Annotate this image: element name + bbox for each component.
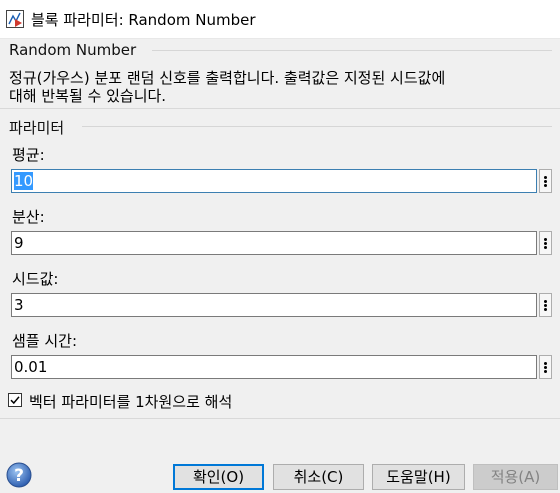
title-bar: 블록 파라미터: Random Number <box>0 0 560 39</box>
vector-1d-label: 벡터 파라미터를 1차원으로 해석 <box>29 393 233 411</box>
block-name-divider <box>152 50 552 51</box>
parameters-divider <box>82 126 552 127</box>
sample-time-options-button[interactable] <box>539 355 552 379</box>
seed-input[interactable]: 3 <box>11 293 537 317</box>
seed-label: 시드값: <box>12 270 59 288</box>
sample-time-value: 0.01 <box>14 358 48 376</box>
cancel-button[interactable]: 취소(C) <box>273 464 364 490</box>
seed-options-button[interactable] <box>539 293 552 317</box>
help-question-icon[interactable]: ? <box>6 462 32 488</box>
variance-label: 분산: <box>12 208 45 226</box>
checkmark-icon <box>10 396 20 405</box>
variance-value: 9 <box>14 234 24 252</box>
description-separator <box>0 108 560 109</box>
mean-value: 10 <box>14 172 34 190</box>
window-title: 블록 파라미터: Random Number <box>31 11 256 29</box>
sample-time-input[interactable]: 0.01 <box>11 355 537 379</box>
ok-button[interactable]: 확인(O) <box>173 464 264 490</box>
parameters-heading: 파라미터 <box>9 119 65 137</box>
svg-text:?: ? <box>14 466 24 486</box>
help-button[interactable]: 도움말(H) <box>372 464 465 490</box>
variance-input[interactable]: 9 <box>11 231 537 255</box>
block-name-heading: Random Number <box>9 41 137 59</box>
mean-label: 평균: <box>12 146 45 164</box>
apply-button[interactable]: 적용(A) <box>473 464 558 490</box>
variance-options-button[interactable] <box>539 231 552 255</box>
simulink-block-icon <box>6 10 24 28</box>
sample-time-label: 샘플 시간: <box>12 332 78 350</box>
mean-options-button[interactable] <box>539 169 552 193</box>
mean-input[interactable]: 10 <box>11 169 537 193</box>
seed-value: 3 <box>14 296 24 314</box>
description-line-2: 대해 반복될 수 있습니다. <box>9 87 167 105</box>
footer-separator <box>0 418 560 419</box>
vector-1d-checkbox[interactable] <box>8 393 22 407</box>
